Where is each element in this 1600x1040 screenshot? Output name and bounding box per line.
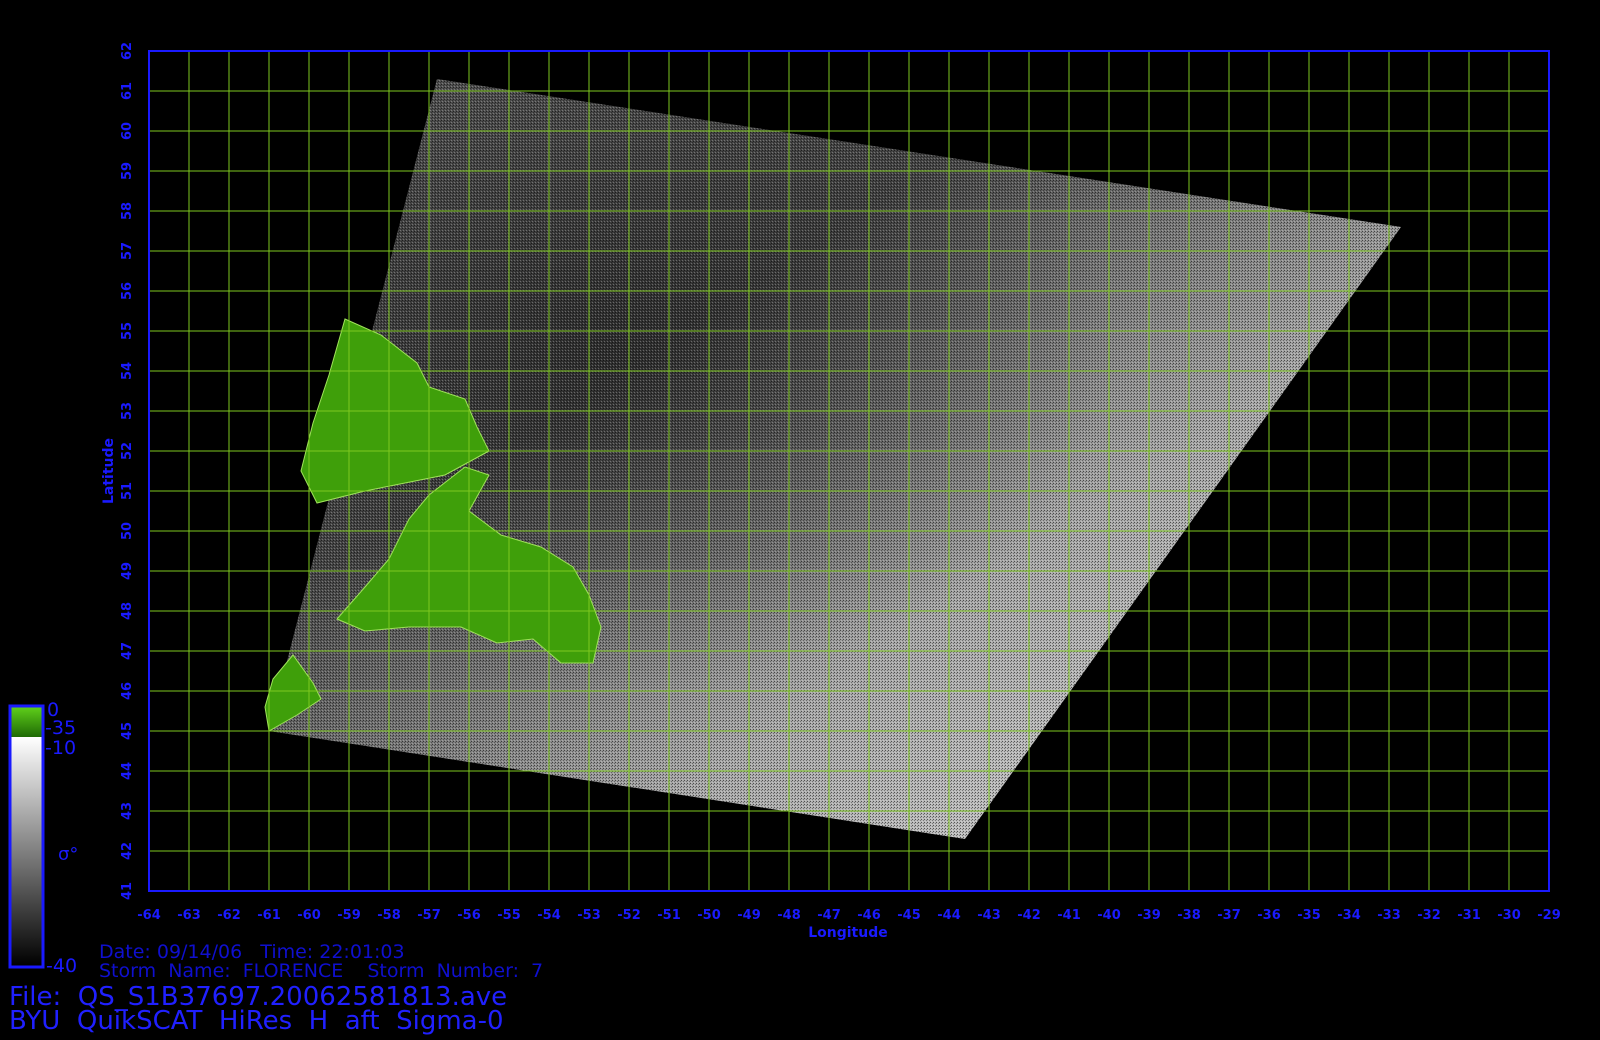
lon-tick-label: -40 [1097, 908, 1121, 923]
colorbar: 0 -35 -10 -40 σ° [8, 699, 78, 977]
lat-tick-label: 52 [120, 442, 135, 460]
lon-tick-label: -38 [1177, 908, 1201, 923]
lat-tick-label: 43 [120, 802, 135, 820]
lat-tick-label: 58 [120, 202, 135, 220]
lat-tick-label: 47 [120, 642, 135, 660]
lat-tick-label: 48 [120, 602, 135, 620]
lat-tick-label: 62 [120, 42, 135, 60]
lon-tick-label: -32 [1417, 908, 1441, 923]
longitude-tick-labels: -64 -63 -62 -61 -60 -59 -58 -57 -56 -55 -54 -53 -52 -… [137, 908, 1561, 923]
lon-tick-label: -29 [1537, 908, 1561, 923]
lon-tick-label: -64 [137, 908, 161, 923]
lon-tick-label: -55 [497, 908, 521, 923]
lat-tick-label: 53 [120, 402, 135, 420]
lat-tick-label: 61 [120, 82, 135, 100]
lon-tick-label: -42 [1017, 908, 1041, 923]
lat-tick-label: 44 [120, 762, 135, 780]
lon-tick-label: -45 [897, 908, 921, 923]
date-time-line: Date: 09/14/06 Time: 22:01:03 [99, 941, 405, 963]
lon-tick-label: -63 [177, 908, 201, 923]
lat-tick-label: 45 [120, 722, 135, 740]
colorbar-sigma-segment [11, 737, 42, 966]
colorbar-sigma-symbol: σ° [58, 844, 78, 865]
lon-tick-label: -31 [1457, 908, 1481, 923]
lon-tick-label: -56 [457, 908, 481, 923]
lon-tick-label: -47 [817, 908, 841, 923]
storm-info-line: Storm Name: FLORENCE Storm Number: 7 [99, 960, 544, 982]
lon-tick-label: -51 [657, 908, 681, 923]
lon-tick-label: -58 [377, 908, 401, 923]
colorbar-land-segment [11, 707, 42, 737]
lon-tick-label: -46 [857, 908, 881, 923]
product-title-line: BYU QuikSCAT HiRes H aft Sigma-0 [9, 1006, 504, 1036]
lat-tick-label: 57 [120, 242, 135, 260]
lon-tick-label: -41 [1057, 908, 1081, 923]
lat-tick-label: 42 [120, 842, 135, 860]
lon-tick-label: -34 [1337, 908, 1361, 923]
lon-tick-label: -61 [257, 908, 281, 923]
lon-tick-label: -54 [537, 908, 561, 923]
y-axis-label: Latitude [101, 438, 117, 504]
x-axis-label: Longitude [808, 925, 888, 941]
lon-tick-label: -52 [617, 908, 641, 923]
colorbar-label-gray-top: -10 [45, 737, 76, 759]
lat-tick-label: 50 [120, 522, 135, 540]
lon-tick-label: -49 [737, 908, 761, 923]
quikscat-map: -64 -63 -62 -61 -60 -59 -58 -57 -56 -55 -54 -53 -52 -… [8, 42, 1561, 977]
lon-tick-label: -59 [337, 908, 361, 923]
lon-tick-label: -39 [1137, 908, 1161, 923]
lon-tick-label: -36 [1257, 908, 1281, 923]
lon-tick-label: -60 [297, 908, 321, 923]
lon-tick-label: -35 [1297, 908, 1321, 923]
lat-tick-label: 60 [120, 122, 135, 140]
lat-tick-label: 51 [120, 482, 135, 500]
latitude-tick-labels: 41 42 43 44 45 46 47 48 49 50 51 52 53 54 55 56 57 58 59 60… [120, 42, 135, 900]
lat-tick-label: 49 [120, 562, 135, 580]
lon-tick-label: -44 [937, 908, 961, 923]
colorbar-label-bottom: -40 [46, 955, 77, 977]
lon-tick-label: -30 [1497, 908, 1521, 923]
lon-tick-label: -57 [417, 908, 441, 923]
lon-tick-label: -37 [1217, 908, 1241, 923]
lat-tick-label: 56 [120, 282, 135, 300]
lon-tick-label: -62 [217, 908, 241, 923]
lon-tick-label: -33 [1377, 908, 1401, 923]
lon-tick-label: -53 [577, 908, 601, 923]
lat-tick-label: 59 [120, 162, 135, 180]
lat-tick-label: 41 [120, 882, 135, 900]
lat-tick-label: 55 [120, 322, 135, 340]
lat-tick-label: 54 [120, 362, 135, 380]
colorbar-label-land-bottom: -35 [45, 717, 76, 739]
lon-tick-label: -50 [697, 908, 721, 923]
lon-tick-label: -48 [777, 908, 801, 923]
lon-tick-label: -43 [977, 908, 1001, 923]
lat-tick-label: 46 [120, 682, 135, 700]
